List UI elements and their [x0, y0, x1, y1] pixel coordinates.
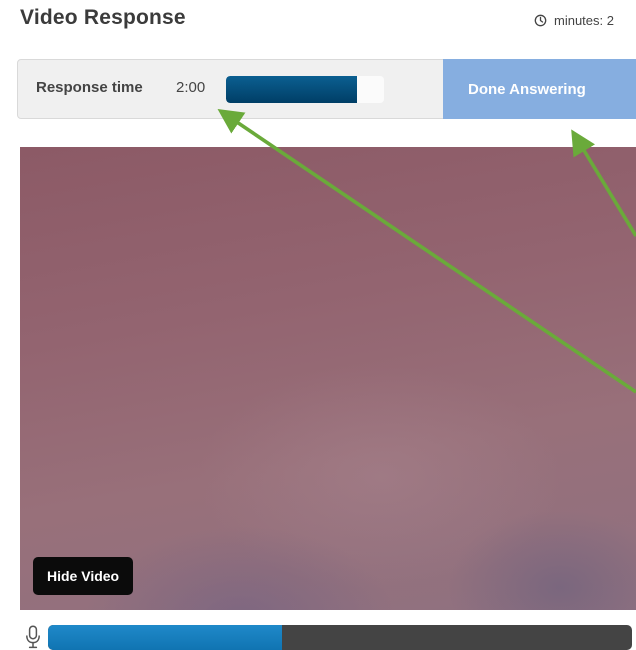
response-time-value: 2:00	[176, 79, 206, 96]
response-time-label: Response time	[36, 79, 143, 96]
page-title: Video Response	[20, 6, 186, 29]
response-time-progress	[226, 76, 384, 103]
video-preview: Hide Video	[20, 147, 636, 610]
time-limit-text: minutes: 2	[554, 13, 614, 28]
done-answering-button[interactable]: Done Answering	[443, 59, 636, 119]
microphone-icon	[25, 625, 41, 649]
clock-icon	[534, 14, 547, 27]
hide-video-button[interactable]: Hide Video	[33, 557, 134, 595]
audio-level-fill	[48, 625, 282, 650]
response-time-progress-fill	[226, 76, 358, 103]
response-toolbar: Response time 2:00 Done Answering	[17, 59, 636, 119]
time-limit: minutes: 2	[534, 13, 614, 28]
audio-level-meter	[48, 625, 632, 650]
